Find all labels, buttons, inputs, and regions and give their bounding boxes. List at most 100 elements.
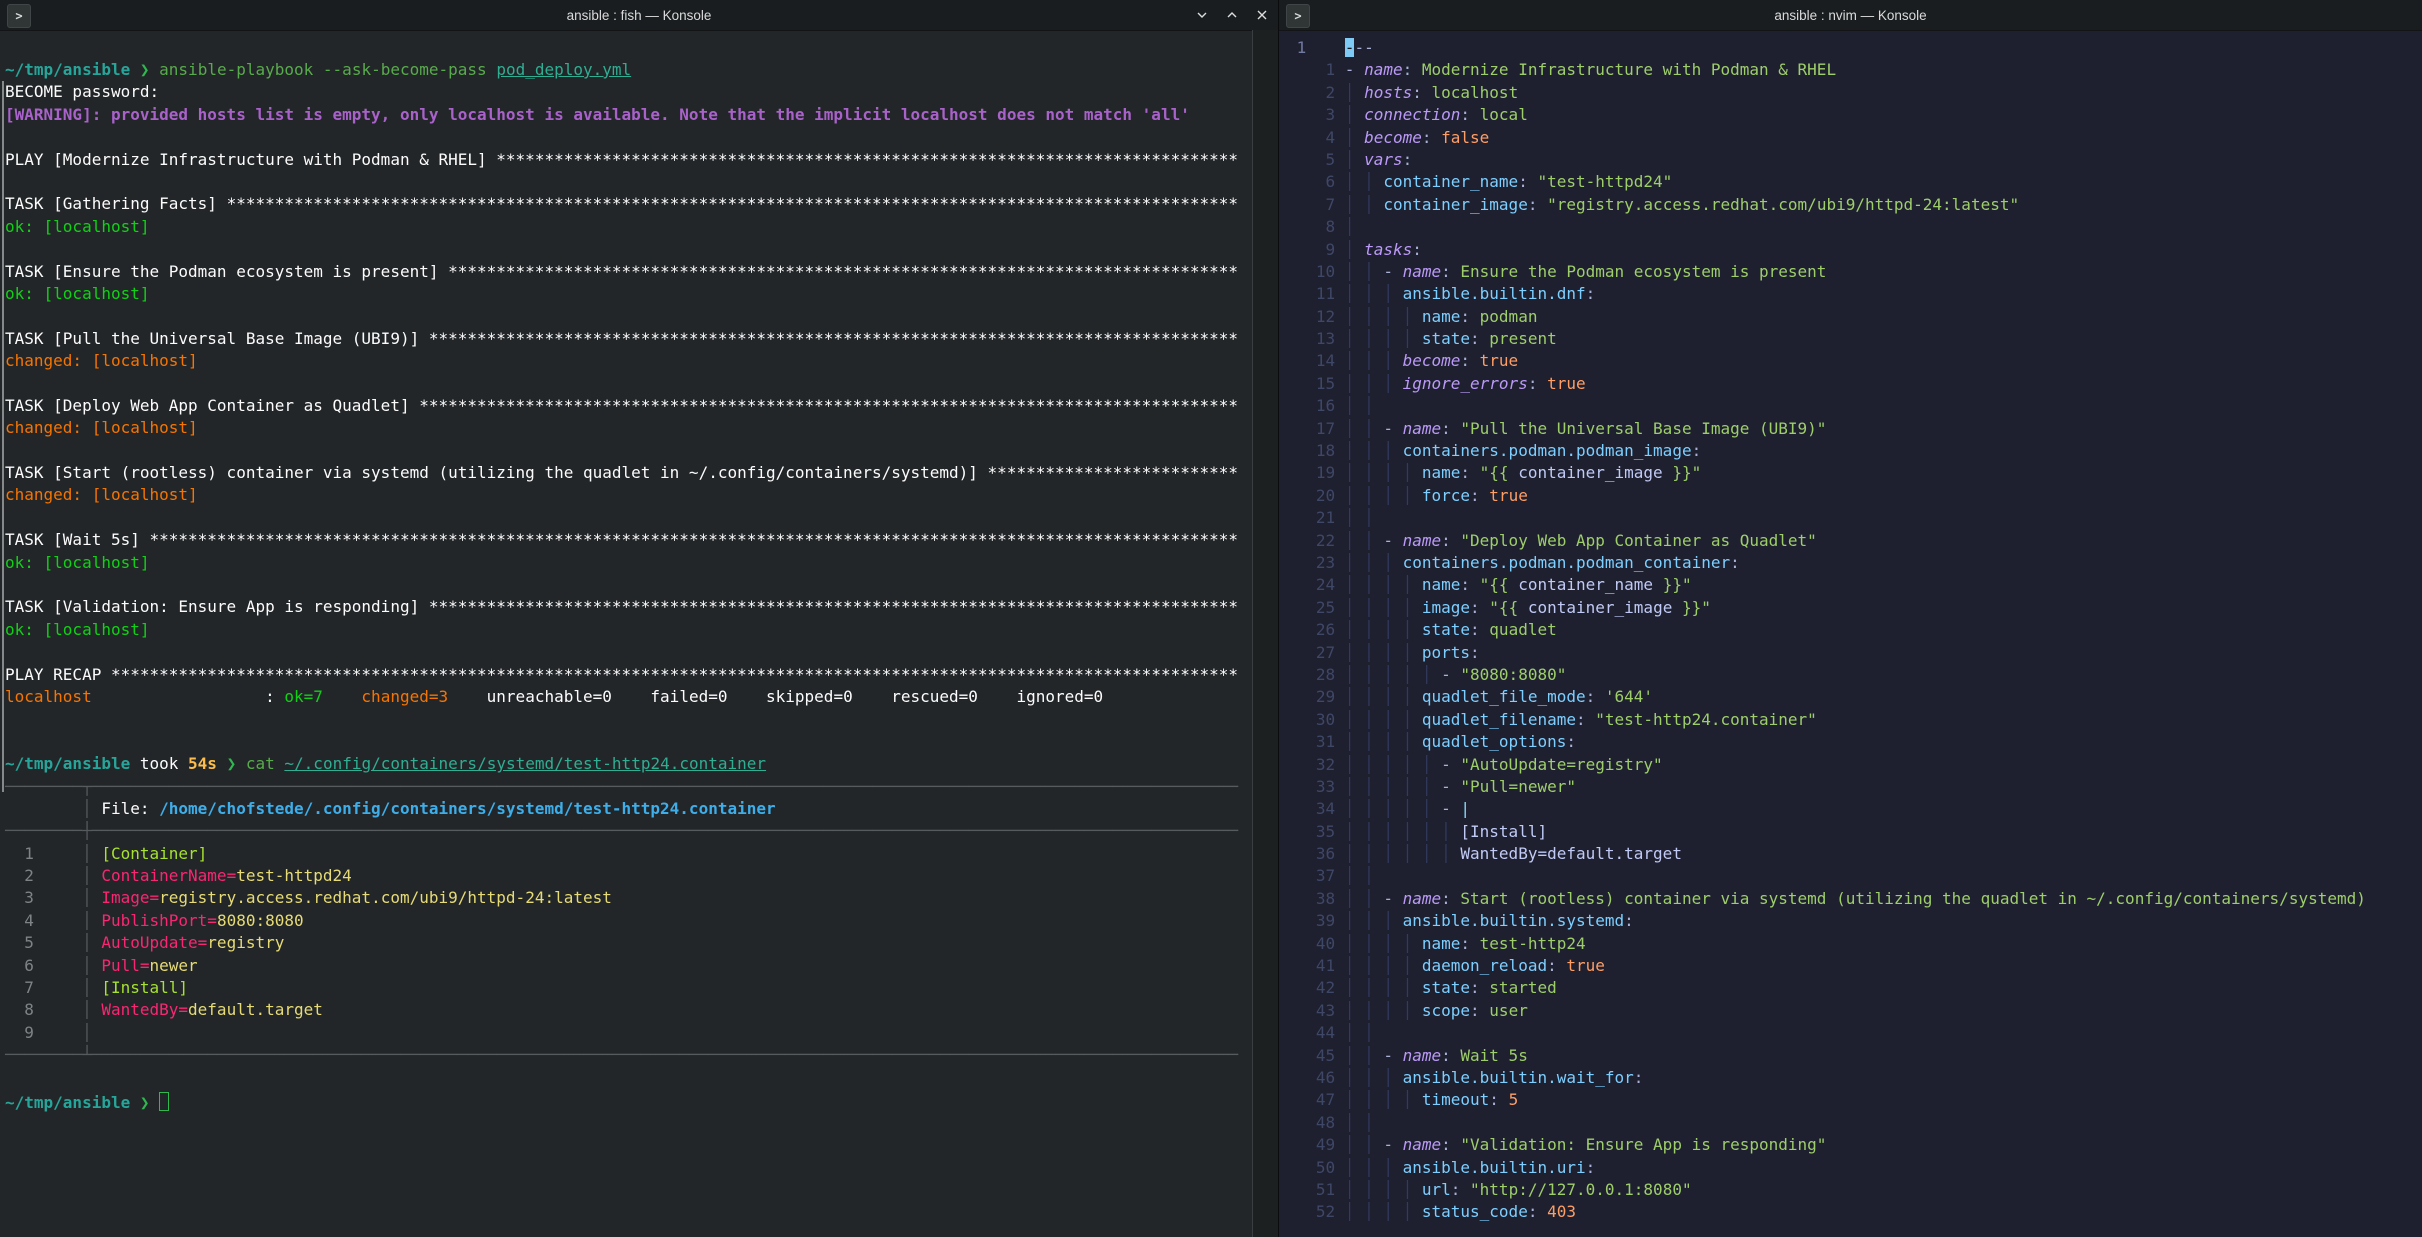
- text-segment: ok: [localhost]: [5, 217, 150, 236]
- text-segment: newer: [150, 956, 198, 975]
- terminal-line: 19 │ │ │ │ name: "{{ container_image }}": [1287, 462, 2422, 484]
- text-segment: unreachable=0 failed=0 skipped=0 rescued…: [448, 687, 1103, 706]
- terminal-line: 21 │ │: [1287, 507, 2422, 529]
- text-segment: 403: [1547, 1202, 1576, 1221]
- indent-guide: │ │ │ │: [1345, 598, 1422, 617]
- terminal-line: 20 │ │ │ │ force: true: [1287, 485, 2422, 507]
- text-segment: changed: [localhost]: [5, 418, 198, 437]
- text-segment: =: [227, 866, 237, 885]
- minimize-button[interactable]: [1194, 7, 1210, 23]
- text-segment: File:: [101, 799, 159, 818]
- text-segment: 3: [5, 888, 82, 907]
- terminal-line: PLAY RECAP *****************************…: [5, 664, 1252, 686]
- fish-terminal-output[interactable]: ~/tmp/ansible ❯ ansible-playbook --ask-b…: [5, 59, 1252, 1111]
- maximize-button[interactable]: [1224, 7, 1240, 23]
- text-segment: ~/.config/containers/systemd/test-http24…: [284, 754, 766, 773]
- text-segment: :: [1460, 575, 1479, 594]
- maximize-icon: [1225, 8, 1239, 22]
- close-button[interactable]: [1254, 7, 1270, 23]
- terminal-line: 15 │ │ │ ignore_errors: true: [1287, 373, 2422, 395]
- text-segment: :: [1730, 553, 1740, 572]
- text-segment: TASK [Deploy Web App Container as Quadle…: [5, 396, 419, 415]
- text-segment: default.target: [188, 1000, 323, 1019]
- text-segment: ❯: [140, 60, 150, 79]
- text-segment: :: [1566, 732, 1576, 751]
- terminal-line: │ File: /home/chofstede/.config/containe…: [5, 798, 1252, 820]
- terminal-line: 23 │ │ │ containers.podman.podman_contai…: [1287, 552, 2422, 574]
- text-segment: 9: [5, 1023, 82, 1042]
- indent-guide: │: [1345, 105, 1364, 124]
- text-segment: -: [1441, 665, 1460, 684]
- line-number: 20: [1287, 486, 1345, 505]
- line-number: 26: [1287, 620, 1345, 639]
- terminal-line: changed: [localhost]: [5, 350, 1252, 372]
- text-segment: :: [1528, 1202, 1547, 1221]
- text-segment: ok=7: [284, 687, 323, 706]
- indent-guide: │ │: [1345, 1023, 1384, 1042]
- text-segment: :: [1403, 150, 1413, 169]
- text-segment: name: [1422, 307, 1461, 326]
- indent-guide: │ │ │ │: [1345, 956, 1422, 975]
- text-segment: -: [1383, 1135, 1402, 1154]
- indent-guide: │: [1345, 83, 1364, 102]
- text-segment: true: [1547, 374, 1586, 393]
- nvim-cursor: -: [1345, 38, 1355, 57]
- text-segment: quadlet_file_mode: [1422, 687, 1586, 706]
- text-segment: =: [140, 956, 150, 975]
- terminal-line: 9 │ tasks:: [1287, 239, 2422, 261]
- terminal-line: [5, 440, 1252, 462]
- text-segment: :: [1422, 128, 1441, 147]
- terminal-line: 4 │ become: false: [1287, 127, 2422, 149]
- text-segment: ****************************************…: [429, 329, 1238, 348]
- line-number: 25: [1287, 598, 1345, 617]
- text-segment: [275, 754, 285, 773]
- text-segment: ****************************************…: [419, 396, 1238, 415]
- text-segment: quadlet_options: [1422, 732, 1567, 751]
- terminal-line: 25 │ │ │ │ image: "{{ container_image }}…: [1287, 597, 2422, 619]
- terminal-line: [5, 171, 1252, 193]
- terminal-line: 30 │ │ │ │ quadlet_filename: "test-http2…: [1287, 709, 2422, 731]
- terminal-line: 3 │ connection: local: [1287, 104, 2422, 126]
- text-segment: :: [1586, 284, 1596, 303]
- text-segment: scope: [1422, 1001, 1470, 1020]
- terminal-line: 2 │ ContainerName=test-httpd24: [5, 865, 1252, 887]
- terminal-line: changed: [localhost]: [5, 484, 1252, 506]
- text-segment: "test-http24.container": [1595, 710, 1817, 729]
- indent-guide: │ │: [1345, 1135, 1384, 1154]
- scrollbar[interactable]: [1252, 30, 1278, 1237]
- line-number: 14: [1287, 351, 1345, 370]
- nvim-editor-buffer[interactable]: 1 --- 1 - name: Modernize Infrastructure…: [1287, 37, 2422, 1224]
- line-number: 12: [1287, 307, 1345, 326]
- text-segment: become: [1364, 128, 1422, 147]
- text-segment: state: [1422, 329, 1470, 348]
- terminal-line: localhost : ok=7 changed=3 unreachable=0…: [5, 686, 1252, 708]
- text-segment: :: [1692, 441, 1702, 460]
- text-segment: hosts: [1364, 83, 1412, 102]
- text-segment: 7: [5, 978, 82, 997]
- text-segment: present: [1489, 329, 1556, 348]
- text-segment: name: [1422, 463, 1461, 482]
- window-title-left: ansible : fish — Konsole: [0, 8, 1278, 23]
- indent-guide: │ │ │ │: [1345, 486, 1422, 505]
- text-segment: ok: [localhost]: [5, 284, 150, 303]
- text-segment: ansible.builtin.wait_for: [1403, 1068, 1634, 1087]
- line-number: 38: [1287, 889, 1345, 908]
- text-segment: =: [198, 933, 208, 952]
- text-segment: ansible.builtin.dnf: [1403, 284, 1586, 303]
- terminal-line: [5, 731, 1252, 753]
- titlebar-right[interactable]: > ansible : nvim — Konsole: [1279, 0, 2422, 31]
- text-segment: WantedBy=default.target: [1460, 844, 1682, 863]
- text-segment: TASK [Wait 5s]: [5, 530, 150, 549]
- indent-guide: │ │ │: [1345, 374, 1403, 393]
- text-segment: -: [1441, 755, 1460, 774]
- text-segment: name: [1403, 262, 1442, 281]
- titlebar-left[interactable]: > ansible : fish — Konsole: [0, 0, 1278, 31]
- text-segment: 4: [5, 911, 82, 930]
- line-number: 4: [1287, 128, 1345, 147]
- indent-guide: │ │: [1345, 889, 1384, 908]
- terminal-line: TASK [Gathering Facts] *****************…: [5, 193, 1252, 215]
- text-segment: ────────┼───────────────────────────────…: [5, 821, 1238, 840]
- text-segment: Image: [101, 888, 149, 907]
- text-segment: :: [1441, 531, 1460, 550]
- text-segment: changed: [localhost]: [5, 485, 198, 504]
